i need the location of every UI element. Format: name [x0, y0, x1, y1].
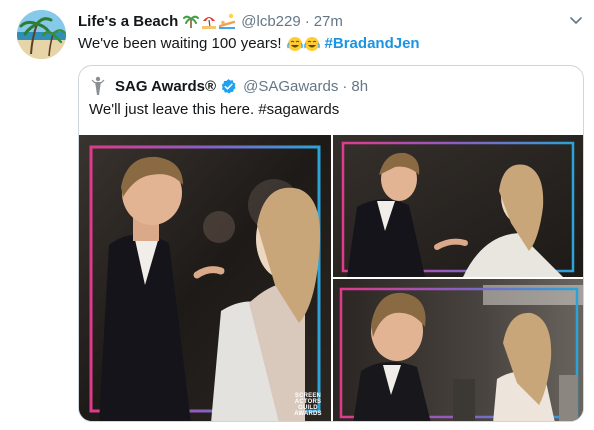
tweet-text-body: We've been waiting 100 years! — [78, 35, 282, 52]
chevron-down-icon[interactable] — [568, 12, 584, 28]
photo-3[interactable] — [333, 279, 583, 421]
face-with-tears-of-joy-emoji — [303, 37, 320, 51]
handle[interactable]: @lcb229 — [241, 13, 300, 30]
timestamp[interactable]: 27m — [314, 13, 343, 30]
quoted-tweet[interactable]: SAG Awards® @SAGawards · 8h We'll just l… — [78, 65, 584, 422]
text-emojis — [286, 36, 320, 52]
quoted-text: We'll just leave this here. #sagawards — [89, 101, 339, 118]
separator-dot: · — [304, 12, 310, 30]
quoted-header: SAG Awards® @SAGawards · 8h — [89, 76, 368, 96]
quoted-handle[interactable]: @SAGawards — [243, 78, 338, 95]
media-grid: SCREEN ACTORS GUILD AWARDS — [79, 135, 583, 421]
separator-dot: · — [342, 77, 348, 95]
avatar[interactable] — [17, 10, 66, 59]
sag-awards-watermark: SCREEN ACTORS GUILD AWARDS — [291, 393, 325, 417]
person-sunbathing-emoji — [219, 13, 236, 29]
palm-tree-emoji — [183, 15, 200, 29]
quoted-timestamp[interactable]: 8h — [351, 78, 368, 95]
tweet-text: We've been waiting 100 years! #BradandJe… — [78, 34, 420, 54]
watermark-line: AWARDS — [294, 411, 322, 417]
photo-1[interactable]: SCREEN ACTORS GUILD AWARDS — [79, 135, 331, 421]
sag-actor-statue-logo — [91, 76, 105, 95]
tweet[interactable]: Life's a Beach @lcb229 · 27m We've been … — [0, 0, 594, 430]
verified-badge-icon — [221, 78, 236, 94]
hashtag-link[interactable]: #BradandJen — [325, 34, 420, 54]
photo-2[interactable] — [333, 135, 583, 277]
quoted-hashtag-link[interactable]: #sagawards — [258, 101, 339, 118]
face-with-tears-of-joy-emoji — [286, 37, 303, 51]
quoted-display-name[interactable]: SAG Awards® — [115, 78, 216, 95]
name-emojis — [183, 13, 236, 29]
display-name[interactable]: Life's a Beach — [78, 13, 178, 30]
beach-umbrella-emoji — [202, 17, 217, 29]
quoted-text-body: We'll just leave this here. — [89, 101, 255, 118]
tweet-header: Life's a Beach @lcb229 · 27m — [78, 11, 343, 31]
